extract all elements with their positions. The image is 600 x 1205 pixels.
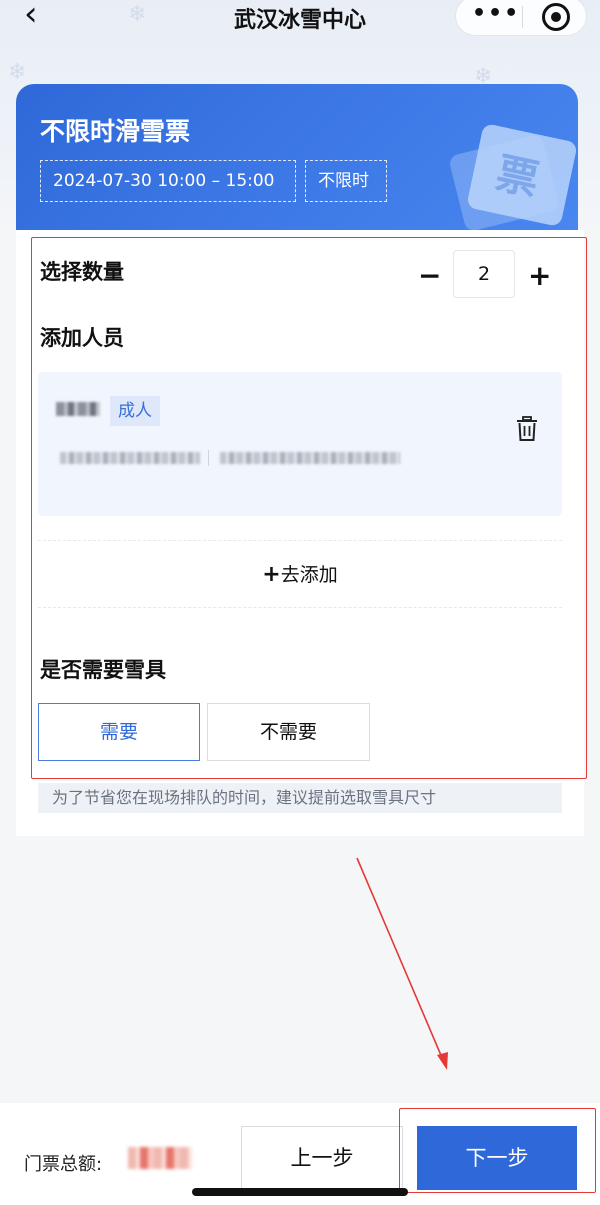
snowflake-icon: ❄ <box>8 60 27 85</box>
ticket-time-chip: 2024-07-30 10:00 – 15:00 <box>40 160 296 202</box>
home-indicator[interactable] <box>192 1188 408 1196</box>
more-icon[interactable]: ••• <box>472 1 520 26</box>
nav-bar: ‹ 武汉冰雪中心 ••• <box>0 0 600 36</box>
ticket-duration-chip: 不限时 <box>305 160 387 202</box>
total-price-redacted <box>128 1147 192 1169</box>
capsule-divider <box>522 6 523 28</box>
annotation-highlight-box <box>399 1108 596 1193</box>
ticket-name: 不限时滑雪票 <box>40 117 191 146</box>
annotation-highlight-box <box>31 237 587 779</box>
ticket-card: 不限时滑雪票 2024-07-30 10:00 – 15:00 不限时 票 <box>16 84 578 230</box>
equipment-tip: 为了节省您在现场排队的时间，建议提前选取雪具尺寸 <box>38 783 562 813</box>
previous-step-button[interactable]: 上一步 <box>241 1126 403 1190</box>
ticket-icon: 票 <box>450 124 576 230</box>
close-miniprogram-icon[interactable] <box>542 3 570 31</box>
total-price-label: 门票总额: <box>24 1154 103 1175</box>
mini-program-capsule: ••• <box>455 0 587 36</box>
